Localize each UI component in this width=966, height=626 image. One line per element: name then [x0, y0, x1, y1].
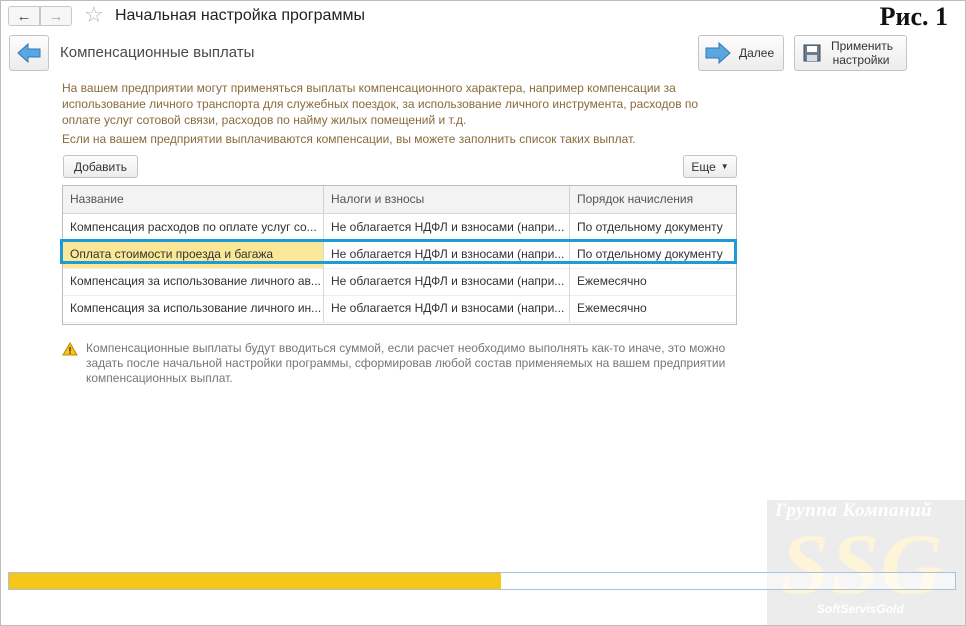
add-button[interactable]: Добавить [63, 155, 138, 178]
table-row[interactable]: Компенсация за использование личного ав.… [63, 268, 736, 296]
back-step-button[interactable] [9, 35, 49, 71]
column-header-taxes[interactable]: Налоги и взносы [323, 186, 569, 213]
cell-name: Компенсация за использование личного ин.… [70, 301, 322, 315]
cell-name: Оплата стоимости проезда и багажа [63, 241, 323, 268]
cell-taxes: Не облагается НДФЛ и взносами (напри... [323, 214, 569, 241]
apply-label-line1: Применить [831, 39, 894, 53]
more-label: Еще [691, 159, 716, 174]
table-row-selected[interactable]: Оплата стоимости проезда и багажа Не обл… [63, 241, 736, 269]
window-title: Начальная настройка программы [115, 7, 365, 24]
nav-back-button[interactable]: ← [8, 6, 40, 26]
description-note: Если на вашем предприятии выплачиваются … [62, 132, 636, 146]
next-button-label: Далее [739, 46, 775, 60]
next-button[interactable]: Далее [698, 35, 784, 71]
page-title: Компенсационные выплаты [60, 44, 255, 61]
watermark-sub: SoftServisGold [817, 602, 904, 616]
nav-forward-button[interactable]: → [40, 6, 72, 26]
table-header: Название Налоги и взносы Порядок начисле… [63, 186, 736, 214]
cell-accrual: По отдельному документу [569, 241, 736, 268]
cell-taxes: Не облагается НДФЛ и взносами (напри... [323, 295, 569, 322]
apply-settings-button[interactable]: Применить настройки [794, 35, 907, 71]
arrow-right-icon [705, 42, 731, 64]
warning-text: Компенсационные выплаты будут вводиться … [86, 341, 726, 385]
favorite-star-icon[interactable]: ☆ [84, 2, 104, 28]
column-header-accrual[interactable]: Порядок начисления [569, 186, 736, 213]
cell-taxes: Не облагается НДФЛ и взносами (напри... [323, 268, 569, 295]
apply-label-line2: настройки [832, 53, 890, 67]
column-header-name[interactable]: Название [63, 186, 323, 213]
cell-name: Компенсация за использование личного ав.… [70, 274, 321, 288]
cell-accrual: Ежемесячно [569, 268, 736, 295]
watermark-big: SSG [781, 516, 945, 612]
progress-fill [9, 573, 501, 589]
cell-name: Компенсация расходов по оплате услуг со.… [70, 220, 317, 234]
warning-icon [62, 342, 78, 356]
cell-accrual: По отдельному документу [569, 214, 736, 241]
figure-label: Рис. 1 [879, 2, 948, 31]
table-row[interactable]: Компенсация расходов по оплате услуг со.… [63, 214, 736, 242]
arrow-right-icon: → [48, 7, 64, 25]
cell-taxes: Не облагается НДФЛ и взносами (напри... [323, 241, 569, 268]
progress-bar [8, 572, 956, 590]
dropdown-caret-icon: ▼ [720, 162, 729, 171]
description-text: На вашем предприятии могут применяться в… [62, 81, 699, 127]
table-row[interactable]: Компенсация за использование личного ин.… [63, 295, 736, 323]
compensations-table: Название Налоги и взносы Порядок начисле… [62, 185, 737, 325]
save-icon [803, 44, 821, 62]
cell-accrual: Ежемесячно [569, 295, 736, 322]
arrow-left-icon: ← [16, 7, 32, 25]
ssg-watermark-logo: Группа Компаний SSG SoftServisGold [767, 500, 965, 625]
more-menu-button[interactable]: Еще ▼ [683, 155, 737, 178]
arrow-left-icon [17, 43, 41, 63]
